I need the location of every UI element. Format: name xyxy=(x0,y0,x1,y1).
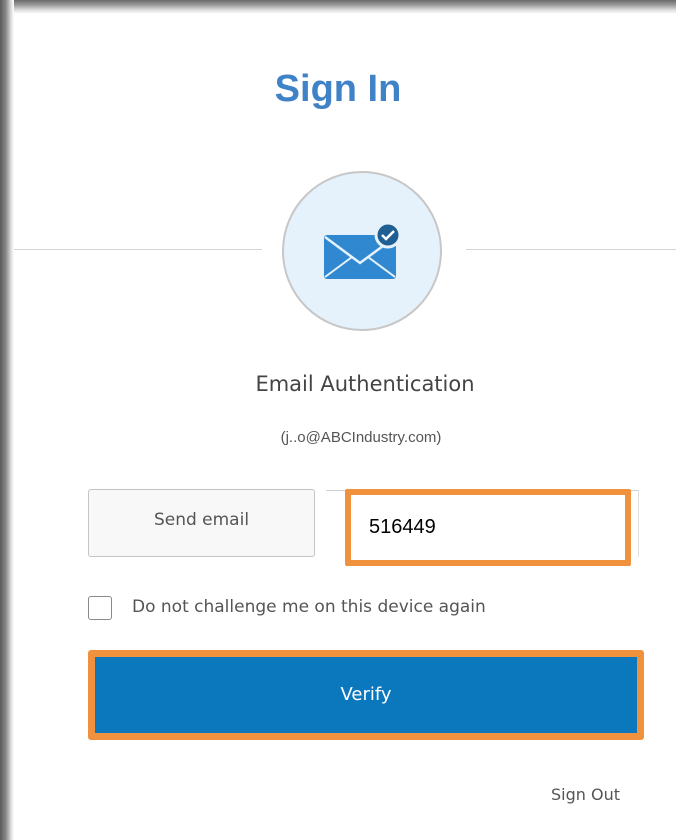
divider-left xyxy=(14,249,262,250)
remember-device-checkbox[interactable] xyxy=(88,596,112,620)
email-auth-badge xyxy=(282,171,442,331)
window-shadow-left xyxy=(0,0,14,840)
verify-button[interactable]: Verify xyxy=(95,657,637,733)
auth-method-heading: Email Authentication xyxy=(255,372,475,396)
divider-right xyxy=(466,249,676,250)
send-email-label: Send email xyxy=(153,510,250,530)
page-title: Sign In xyxy=(274,68,402,110)
window-shadow-top xyxy=(0,0,676,14)
send-email-button[interactable]: Send email xyxy=(88,489,315,557)
sign-in-window: Sign In Email Authentication (j..o@ABCIn… xyxy=(0,0,676,840)
auth-email-address: (j..o@ABCIndustry.com) xyxy=(280,429,442,446)
verify-button-highlight: Verify xyxy=(88,650,644,740)
envelope-check-icon xyxy=(324,221,402,279)
sign-out-link[interactable]: Sign Out xyxy=(551,785,620,804)
verification-code-input[interactable] xyxy=(345,489,631,566)
remember-device-label: Do not challenge me on this device again xyxy=(132,597,486,617)
